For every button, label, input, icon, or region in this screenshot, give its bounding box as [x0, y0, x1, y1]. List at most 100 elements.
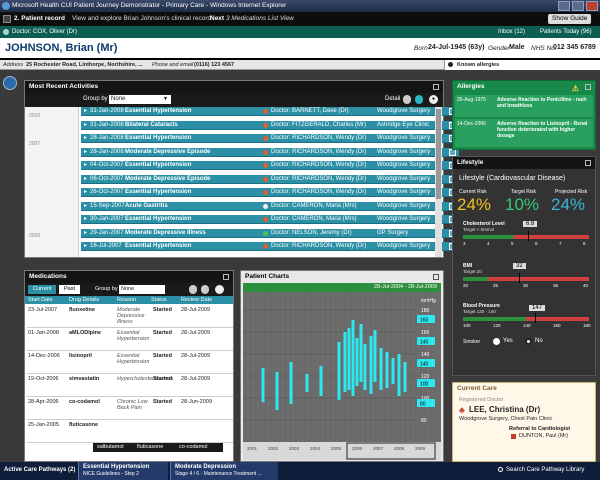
expand-icon[interactable]: ▸ [84, 121, 87, 130]
med-status: Started [153, 307, 172, 313]
expand-icon[interactable]: ▸ [84, 202, 87, 211]
activity-title: Moderate Depressive Episode [125, 175, 211, 182]
maximize-panel-icon[interactable] [223, 274, 229, 280]
activity-title: Essential Hypertension [125, 108, 192, 114]
detail-low-button[interactable] [189, 285, 197, 294]
activity-row[interactable]: ▸ 28-Jan-2008 Essential Hypertension Doctor… [81, 134, 459, 143]
expand-icon[interactable]: ▸ [84, 215, 87, 224]
patients-today-link[interactable]: Patients Today (96) [540, 26, 592, 38]
quick-drug[interactable]: fluticasone [137, 443, 163, 452]
medication-row[interactable]: 14-Dec-2006 lisinopril Essential Hypertens… [27, 351, 233, 374]
med-status: Started [153, 330, 172, 336]
menu-icon[interactable] [3, 76, 17, 90]
detail-high-button[interactable] [201, 285, 209, 294]
maximize-panel-icon[interactable] [433, 274, 439, 280]
bp-value-tag-label: 100 [420, 382, 429, 388]
expand-icon[interactable]: ▸ [84, 188, 87, 197]
activity-row[interactable]: ▸ 04-Oct-2007 Essential Hypertension Doctor… [81, 161, 459, 170]
search-pathway-library[interactable]: Search Care Pathway Library [506, 467, 584, 473]
maximize-icon[interactable] [572, 1, 584, 11]
activity-doctor: Doctor: RICHARDSON, Wendy (Dr) [271, 162, 367, 168]
allergy-row[interactable]: 26-Aug-1975 Adverse Reaction to Penicill… [455, 95, 593, 117]
medication-row[interactable]: 25-Jan-2005 fluticasone [27, 420, 233, 443]
col-status[interactable]: Status [151, 296, 167, 304]
groupby-select[interactable]: None [109, 95, 171, 104]
medications-header: Medications [25, 271, 233, 283]
detail-high-button[interactable] [415, 95, 423, 104]
current-tab[interactable]: Current [28, 285, 57, 294]
activity-date: 31-Jan-2008 [90, 108, 124, 114]
detail-next-icon[interactable]: ● [429, 95, 438, 104]
allergy-row[interactable]: 14-Dec-2006 Adverse Reaction to Lisinopr… [455, 119, 593, 147]
past-tab[interactable]: Past [59, 285, 81, 294]
detail-low-button[interactable] [403, 95, 411, 104]
blood-pressure-chart[interactable]: mmHg1801601401201008016014014010080 [243, 292, 441, 442]
activity-row[interactable]: ▸ 29-Jan-2007 Moderate Depressive Illness D… [81, 228, 459, 238]
activity-title: Moderate Depressive Episode [125, 148, 211, 155]
maximize-panel-icon[interactable] [585, 160, 591, 166]
activity-title: Bilateral Cataracts [125, 121, 178, 128]
activities-toolbar: Group by None ▼ Detail ● [25, 93, 443, 107]
bp-slider[interactable] [463, 317, 589, 321]
cholesterol-slider[interactable] [463, 235, 589, 239]
show-guide-button[interactable]: Show Guide [548, 14, 592, 24]
activity-row[interactable]: ▸ 06-Oct-2007 Moderate Depressive Episode D… [81, 174, 459, 184]
expand-icon[interactable]: ▸ [84, 107, 87, 116]
smoker-yes-radio[interactable] [493, 338, 500, 345]
scroll-thumb[interactable] [436, 109, 441, 199]
quick-medication-bar: salbutamol fluticasone co-codamol [93, 443, 223, 452]
activity-doctor: Doctor: CAMERON, Maria (Mrs) [271, 202, 357, 209]
next-button[interactable]: Next [210, 12, 224, 26]
pathway-tab[interactable]: Essential Hypertension NICE Guidelines -… [78, 462, 168, 480]
bp-target: Target 130 - 140 [463, 309, 496, 314]
col-review-date[interactable]: Review Date [181, 296, 212, 304]
col-reason[interactable]: Reason [117, 296, 136, 304]
activities-scrollbar[interactable] [435, 107, 442, 257]
activity-row[interactable]: ▸ 26-Oct-2007 Essential Hypertension Doctor… [81, 188, 459, 197]
close-icon[interactable] [586, 1, 598, 11]
expand-icon[interactable]: ▸ [84, 175, 87, 184]
maximize-panel-icon[interactable] [433, 84, 439, 90]
activity-row[interactable]: ▸ 16-Jul-2007 Essential Hypertension Doctor… [81, 242, 459, 251]
activity-row[interactable]: ▸ 15-Sep-2007 Acute Gastritis Doctor: CAMER… [81, 201, 459, 211]
expand-icon[interactable]: ▸ [84, 161, 87, 170]
back-icon[interactable] [3, 15, 11, 23]
referral-title[interactable]: Referral to Cardiologist [509, 426, 570, 432]
activity-row[interactable]: ▸ 31-Jan-2008 Essential Hypertension Doctor… [81, 107, 459, 116]
logged-in-doctor[interactable]: Doctor: COX, Oliver (Dr) [12, 26, 77, 38]
activity-row[interactable]: ▸ 28-Jan-2008 Moderate Depressive Episode D… [81, 147, 459, 157]
inbox-link[interactable]: Inbox (12) [498, 26, 525, 38]
quick-drug[interactable]: co-codamol [179, 443, 207, 452]
slider-tick-label: 6 [535, 241, 538, 246]
expand-icon[interactable]: ▸ [84, 229, 87, 238]
care-doctor-name[interactable]: LEE, Christina (Dr) [469, 405, 540, 414]
detail-next-icon[interactable] [215, 285, 224, 294]
bmi-slider[interactable] [463, 277, 589, 281]
maximize-panel-icon[interactable] [585, 84, 591, 90]
expand-icon[interactable]: ▸ [84, 148, 87, 157]
quick-drug[interactable]: salbutamol [97, 443, 124, 452]
pathway-tab[interactable]: Moderate Depression Stage 4 / 6 - Mainte… [170, 462, 278, 480]
smoker-no-radio[interactable] [525, 338, 532, 345]
medication-row[interactable]: 28-Apr-2006 co-codamol Chronic Low Back Pa… [27, 397, 233, 420]
activity-row[interactable]: ▸ 31-Jan-2008 Bilateral Cataracts Doctor: F… [81, 120, 459, 130]
activity-row[interactable]: ▸ 30-Jan-2007 Essential Hypertension Doctor… [81, 215, 459, 224]
y-tick-label: 160 [421, 330, 430, 336]
medication-row[interactable]: 23-Jul-2007 fluoxetine Moderate Depressive… [27, 305, 233, 328]
expand-icon[interactable]: ▸ [84, 242, 87, 251]
active-pathways-label[interactable]: Active Care Pathways (2) [4, 467, 75, 473]
known-allergies-box[interactable]: Known allergies [444, 60, 600, 70]
medication-row[interactable]: 01-Jan-2008 aMLODIpine Essential Hypertens… [27, 328, 233, 351]
expand-icon[interactable]: ▸ [84, 134, 87, 143]
col-start-date[interactable]: Start Date [28, 296, 53, 304]
referral-doctor: DUNTON, Paul (Mr) [519, 433, 569, 439]
next-step[interactable]: 3 Medications List View [226, 12, 294, 26]
medication-row[interactable]: 19-Oct-2006 simvastatin Hypercholesterolae… [27, 374, 233, 397]
smoker-label: Smoker [463, 339, 481, 345]
groupby-select[interactable]: None [119, 285, 165, 294]
year-column: 2010 2007 2006 [25, 107, 79, 257]
activity-title: Essential Hypertension [125, 162, 192, 168]
minimize-icon[interactable] [558, 1, 570, 11]
col-drug-details[interactable]: Drug Details [69, 296, 99, 304]
timeline-slider[interactable]: 2001 2002 2003 2004 2005 2006 2007 2008 2009 [243, 442, 441, 460]
